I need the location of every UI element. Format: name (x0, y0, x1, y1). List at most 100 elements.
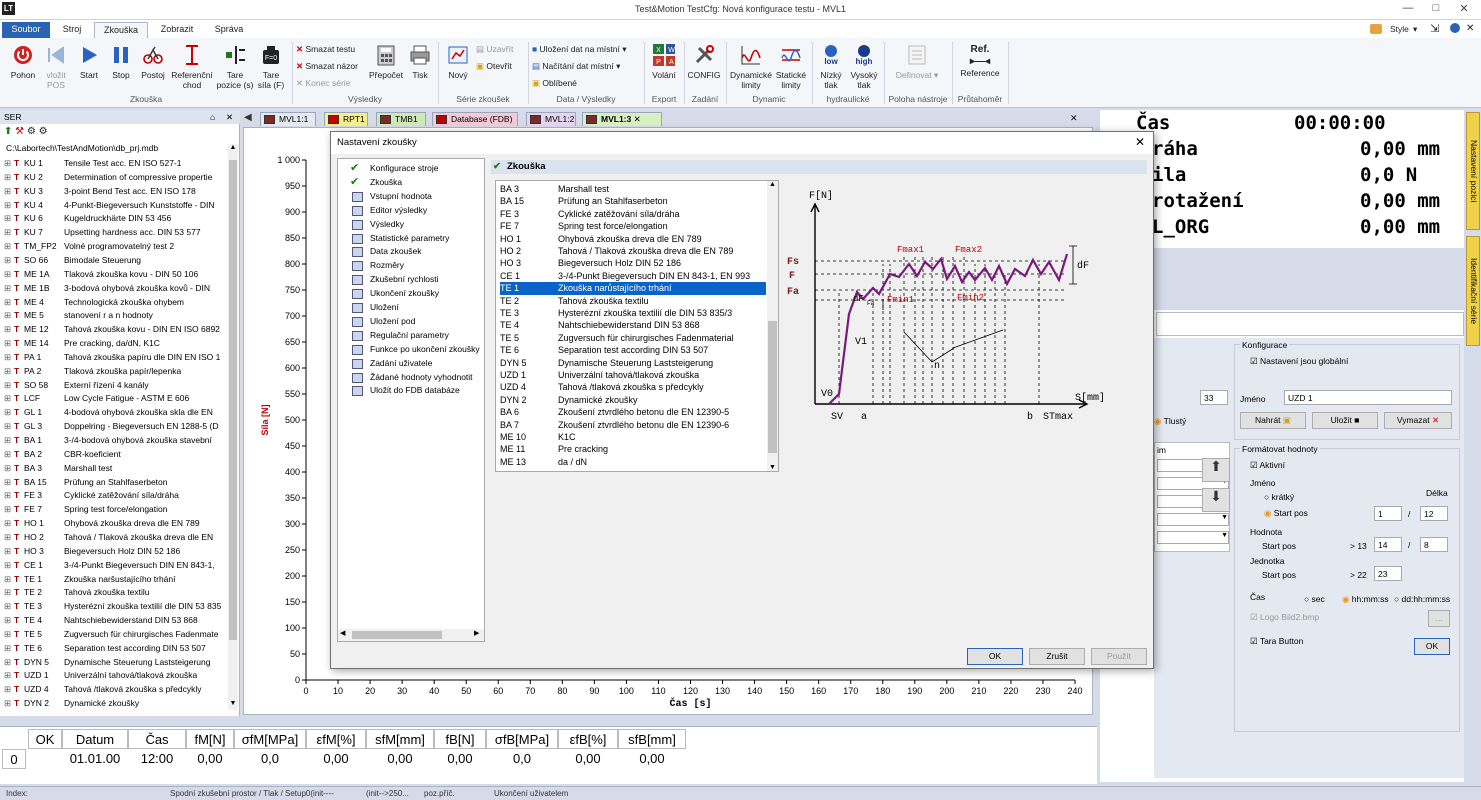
tree-item[interactable]: ⊞ T BA 2 CBR-koeficient (4, 448, 230, 462)
nav-item[interactable]: Zadání uživatele (352, 357, 432, 371)
tree-expand-icon[interactable]: ⊞ (4, 697, 14, 711)
startpos-radio[interactable]: ◉ Start pos (1264, 508, 1308, 519)
test-list-item[interactable]: ME 13 da / dN (500, 456, 766, 468)
test-list-item[interactable]: TE 4 Nahtschiebewiderstand DIN 53 868 (500, 319, 766, 331)
vlozit-pos-button[interactable]: vložit POS (40, 44, 72, 90)
tree-expand-icon[interactable]: ⊞ (4, 296, 14, 310)
tree-item[interactable]: ⊞ T DYN 2 Dynamické zkoušky (4, 697, 230, 711)
tab-zkouska[interactable]: Zkouška (94, 22, 148, 38)
test-list-item[interactable]: ME 10 K1C (500, 431, 766, 443)
tare-pozice-button[interactable]: Tare pozice (s) (216, 44, 254, 90)
referencni-chod-button[interactable]: Referenční chod (168, 44, 216, 90)
table-header-cell[interactable]: Datum (62, 729, 128, 749)
settings-icon[interactable]: ⚙ (39, 126, 48, 137)
tisk-button[interactable]: Tisk (406, 44, 434, 80)
table-header-cell[interactable]: sfM[mm] (366, 729, 434, 749)
size-input[interactable]: 33 (1200, 390, 1228, 405)
tree-expand-icon[interactable]: ⊞ (4, 642, 14, 656)
tree-item[interactable]: ⊞ T PA 1 Tahová zkouška papíru dle DIN EN I… (4, 351, 230, 365)
table-header-cell[interactable]: Čas (128, 729, 186, 749)
move-down-button[interactable]: ⬇ (1202, 488, 1230, 512)
maximize-icon[interactable]: □ (1422, 2, 1450, 17)
short-radio[interactable]: ○ krátký (1264, 492, 1294, 502)
table-header-cell[interactable]: OK (28, 729, 62, 749)
tree-expand-icon[interactable]: ⊞ (4, 628, 14, 642)
table-header-cell[interactable]: σfM[MPa] (234, 729, 306, 749)
pin-icon[interactable]: ⌂ (210, 112, 215, 122)
test-list-item[interactable]: FE 7 Spring test force/elongation (500, 220, 766, 232)
tree-item[interactable]: ⊞ T BA 15 Prüfung an Stahlfaserbeton (4, 476, 230, 490)
doc-tab-rpt1[interactable]: RPT1 (324, 112, 368, 126)
pohon-button[interactable]: Pohon (6, 44, 40, 80)
tree-item[interactable]: ⊞ T KU 3 3-point Bend Test acc. EN ISO 178 (4, 185, 230, 199)
tree-expand-icon[interactable]: ⊞ (4, 323, 14, 337)
tree-expand-icon[interactable]: ⊞ (4, 337, 14, 351)
nav-item[interactable]: Zkušební rychlosti (352, 273, 439, 287)
tree-expand-icon[interactable]: ⊞ (4, 517, 14, 531)
tree-expand-icon[interactable]: ⊞ (4, 254, 14, 268)
test-list-item[interactable]: HO 1 Ohybová zkouška dreva dle EN 789 (500, 233, 766, 245)
tree-item[interactable]: ⊞ T GL 1 4-bodová ohybová zkouška skla dle … (4, 406, 230, 420)
test-list-item[interactable]: BA 15 Prüfung an Stahlfaserbeton (500, 195, 766, 207)
logo-checkbox[interactable]: ☑ Logo Bild2.bmp (1250, 612, 1319, 623)
tree-item[interactable]: ⊞ T UZD 1 Univerzální tahová/tlaková zkoušk… (4, 669, 230, 683)
test-list-item[interactable]: UZD 1 Univerzální tahová/tlaková zkouška (500, 369, 766, 381)
tree-item[interactable]: ⊞ T ME 4 Technologická zkouška ohybem (4, 296, 230, 310)
tree-expand-icon[interactable]: ⊞ (4, 600, 14, 614)
close-doc-icon[interactable]: ✕ (1070, 113, 1078, 124)
tree-expand-icon[interactable]: ⊞ (4, 240, 14, 254)
style-label[interactable]: Style (1390, 24, 1409, 34)
tare-sila-button[interactable]: F=0 Tare síla (F) (254, 44, 288, 90)
postoj-button[interactable]: Postoj (138, 44, 168, 80)
tree-item[interactable]: ⊞ T TE 6 Separation test according DIN 53 5… (4, 642, 230, 656)
nav-item[interactable]: Editor výsledky (352, 204, 427, 218)
tree-item[interactable]: ⊞ T CE 1 3-/4-Punkt Biegeversuch DIN EN 843… (4, 559, 230, 573)
tree-expand-icon[interactable]: ⊞ (4, 586, 14, 600)
tree-expand-icon[interactable]: ⊞ (4, 365, 14, 379)
hhmmss-radio[interactable]: ◉ hh:mm:ss (1342, 594, 1389, 605)
tree-scrollbar[interactable]: ▲ ▼ (228, 144, 238, 710)
tree-expand-icon[interactable]: ⊞ (4, 614, 14, 628)
nav-item[interactable]: Funkce po ukončení zkoušky (352, 343, 480, 357)
close-document-icon[interactable]: ✕ (1466, 23, 1474, 34)
dynamicke-limity-button[interactable]: Dynamické limity (728, 44, 774, 90)
table-header-cell[interactable]: εfB[%] (558, 729, 618, 749)
tree-item[interactable]: ⊞ T FE 7 Spring test force/elongation (4, 503, 230, 517)
tree-item[interactable]: ⊞ T KU 4 4-Punkt-Biegeversuch Kunststoffe -… (4, 199, 230, 213)
tree-item[interactable]: ⊞ T KU 6 Kugeldruckhärte DIN 53 456 (4, 212, 230, 226)
tree-expand-icon[interactable]: ⊞ (4, 199, 14, 213)
vysoky-tlak-button[interactable]: high Vysoký tlak (848, 44, 880, 90)
active-checkbox[interactable]: ☑ Aktivní (1250, 460, 1285, 471)
tree-expand-icon[interactable]: ⊞ (4, 476, 14, 490)
test-list-item[interactable]: TE 6 Separation test according DIN 53 507 (500, 344, 766, 356)
test-list-item[interactable]: BA 6 Zkoušení ztvrdlého betonu dle EN 123… (500, 406, 766, 418)
nahrat-button[interactable]: Nahrát ▣ (1240, 412, 1306, 429)
tree-item[interactable]: ⊞ T HO 3 Biegeversuch Holz DIN 52 186 (4, 545, 230, 559)
tree-expand-icon[interactable]: ⊞ (4, 573, 14, 587)
global-checkbox[interactable]: ☑ Nastavení jsou globální (1250, 356, 1348, 367)
nav-item[interactable]: ✔ Konfigurace stroje (350, 162, 439, 176)
tree-item[interactable]: ⊞ T ME 1A Tlaková zkouška kovu - DIN 50 106 (4, 268, 230, 282)
prepocet-button[interactable]: Přepočet (366, 44, 406, 80)
doc-tab-mvl1-2[interactable]: MVL1:2 (526, 112, 576, 126)
dialog-apply-button[interactable]: Použít (1091, 648, 1147, 665)
test-list-item[interactable]: CE 1 3-/4-Punkt Biegeversuch DIN EN 843-1… (500, 270, 766, 282)
table-header-cell[interactable]: σfB[MPa] (486, 729, 558, 749)
nacitani-dat-button[interactable]: ▤ Načítání dat místní ▾ (532, 61, 620, 72)
test-list-item[interactable]: HO 3 Biegeversuch Holz DIN 52 186 (500, 257, 766, 269)
sec-radio[interactable]: ○ sec (1304, 594, 1325, 604)
tree-item[interactable]: ⊞ T HO 1 Ohybová zkouška dreva dle EN 789 (4, 517, 230, 531)
smazat-testu-button[interactable]: ✕ Smazat testu (296, 44, 355, 55)
tara-checkbox[interactable]: ☑ Tara Button (1250, 636, 1303, 647)
doc-tab-mvl1-3[interactable]: MVL1:3 ✕ (582, 112, 662, 126)
tree-item[interactable]: ⊞ T ME 1B 3-bodová ohybová zkouška kovů - D… (4, 282, 230, 296)
oblibene-button[interactable]: ▣ Oblíbené (532, 78, 577, 89)
tree-expand-icon[interactable]: ⊞ (4, 559, 14, 573)
tree-item[interactable]: ⊞ T TE 1 Zkouška naršustajícího trhání (4, 573, 230, 587)
tree-expand-icon[interactable]: ⊞ (4, 489, 14, 503)
tree-item[interactable]: ⊞ T BA 1 3-/4-bodová ohybová zkouška staveb… (4, 434, 230, 448)
nav-item[interactable]: Ukončení zkoušky (352, 287, 439, 301)
nav-item[interactable]: Uložení (352, 301, 399, 315)
reference-button[interactable]: Ref. ▸—◂ Reference (954, 44, 1006, 78)
tree-item[interactable]: ⊞ T KU 1 Tensile Test acc. EN ISO 527-1 (4, 157, 230, 171)
